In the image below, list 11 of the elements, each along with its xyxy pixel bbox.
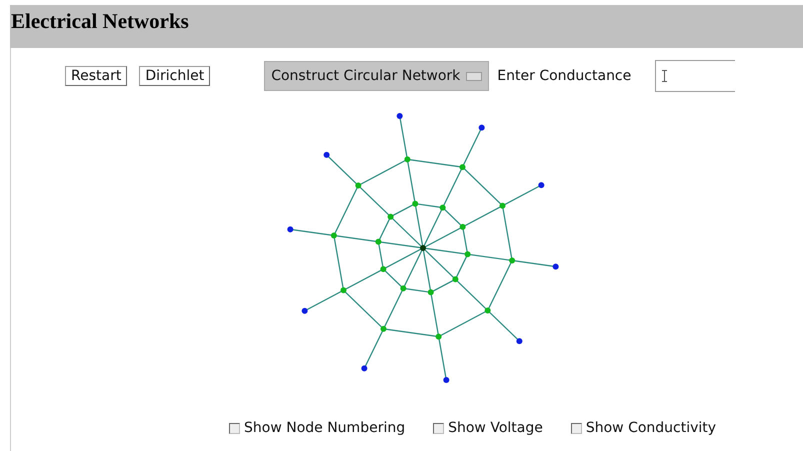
conductance-label: Enter Conductance xyxy=(497,68,632,84)
toolbar-button[interactable]: Restart xyxy=(65,66,128,86)
text-cursor-icon xyxy=(662,70,668,82)
option-checkbox[interactable]: Show Node Numbering xyxy=(229,420,406,436)
conductance-field[interactable] xyxy=(655,60,736,92)
network-dropdown[interactable]: Construct Circular Network xyxy=(264,61,490,91)
dropdown-indicator-icon xyxy=(466,72,482,80)
window-title: Electrical Networks xyxy=(11,9,189,34)
toolbar-button[interactable]: Dirichlet xyxy=(139,66,210,86)
option-checkbox[interactable]: Show Conductivity xyxy=(570,420,716,436)
option-checkbox[interactable]: Show Voltage xyxy=(433,420,543,436)
